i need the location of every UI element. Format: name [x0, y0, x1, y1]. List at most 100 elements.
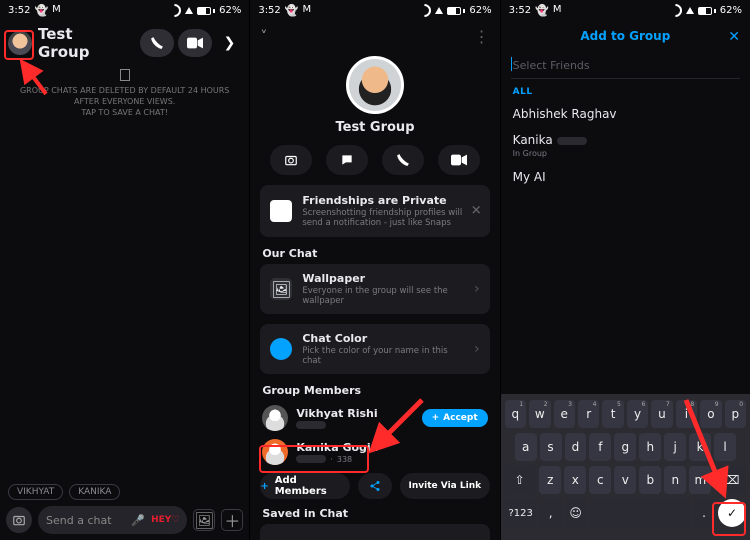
chat-color-title: Chat Color — [302, 332, 464, 345]
key-r[interactable]: r4 — [578, 400, 599, 428]
enter-key[interactable]: ✓ — [718, 499, 746, 527]
symbols-key[interactable]: ?123 — [505, 499, 537, 527]
key-t[interactable]: t5 — [602, 400, 623, 428]
more-menu[interactable]: ⋮ — [474, 27, 490, 46]
chat-button[interactable] — [326, 145, 368, 175]
emoji-key[interactable]: ☺ — [565, 499, 587, 527]
text-cursor — [511, 57, 512, 71]
saved-label: Saved in Chat — [262, 507, 487, 520]
key-n[interactable]: n — [664, 466, 686, 494]
key-b[interactable]: b — [639, 466, 661, 494]
chat-header: Test Group ❯ — [0, 19, 249, 67]
key-i[interactable]: i8 — [676, 400, 697, 428]
dismiss-chevron[interactable]: ˅ — [260, 29, 267, 45]
space-key[interactable] — [590, 499, 690, 527]
wifi-icon — [168, 4, 181, 17]
key-v[interactable]: v — [614, 466, 636, 494]
accept-button[interactable]: +Accept — [422, 409, 488, 427]
chat-input[interactable]: Send a chat 🎤 HEY♡ — [38, 506, 187, 534]
chevron-right-icon: › — [474, 281, 480, 297]
comma-key[interactable]: , — [540, 499, 562, 527]
friend-row-2[interactable]: Kanika In Group — [501, 127, 750, 164]
invite-link-button[interactable]: Invite Via Link — [400, 473, 490, 499]
chip-kanika[interactable]: KANIKA — [69, 484, 120, 500]
key-h[interactable]: h — [639, 433, 661, 461]
key-q[interactable]: q1 — [505, 400, 526, 428]
mail-icon: M — [303, 4, 312, 15]
wallpaper-sub: Everyone in the group will see the wallp… — [302, 286, 464, 306]
wallpaper-icon: 🖼 — [270, 278, 292, 300]
key-c[interactable]: c — [589, 466, 611, 494]
key-m[interactable]: m — [689, 466, 711, 494]
camera-icon — [284, 153, 298, 167]
battery-icon — [197, 7, 215, 15]
friendship-card[interactable]: Friendships are Private Screenshotting f… — [260, 185, 489, 237]
close-icon[interactable]: ✕ — [471, 204, 482, 219]
invite-label: Invite Via Link — [409, 481, 482, 491]
wifi-icon — [418, 4, 431, 17]
member-row-2[interactable]: Kanika Gogia · 338 — [250, 435, 499, 469]
key-a[interactable]: a — [515, 433, 537, 461]
close-button[interactable]: ✕ — [728, 29, 740, 45]
video-button[interactable] — [438, 145, 480, 175]
chat-color-icon — [270, 338, 292, 360]
soft-keyboard: q1w2e3r4t5y6u7i8o9p0 asdfghjkl ⇧ zxcvbnm… — [501, 394, 750, 540]
key-z[interactable]: z — [539, 466, 561, 494]
camera-button[interactable] — [6, 507, 32, 533]
friend-row-3[interactable]: My AI — [501, 164, 750, 190]
kb-row4: ?123 , ☺ . ✓ — [505, 499, 746, 527]
member-row-1[interactable]: Vikhyat Rishi +Accept — [250, 401, 499, 435]
add-members-button[interactable]: +Add Members — [260, 473, 350, 499]
member-sub: · 338 — [296, 455, 378, 464]
key-j[interactable]: j — [664, 433, 686, 461]
add-to-group-title: Add to Group — [580, 29, 670, 43]
key-y[interactable]: y6 — [627, 400, 648, 428]
video-call-button[interactable] — [178, 29, 212, 57]
key-f[interactable]: f — [589, 433, 611, 461]
key-l[interactable]: l — [714, 433, 736, 461]
wallpaper-row[interactable]: 🖼 Wallpaper Everyone in the group will s… — [260, 264, 489, 314]
audio-call-button[interactable] — [140, 29, 174, 57]
group-avatar[interactable] — [8, 31, 32, 55]
video-icon — [451, 154, 467, 166]
key-e[interactable]: e3 — [554, 400, 575, 428]
chat-color-sub: Pick the color of your name in this chat — [302, 346, 464, 366]
group-avatar-large[interactable] — [346, 56, 404, 114]
mic-icon[interactable]: 🎤 — [131, 514, 145, 527]
key-g[interactable]: g — [614, 433, 636, 461]
wallpaper-title: Wallpaper — [302, 272, 464, 285]
key-p[interactable]: p0 — [725, 400, 746, 428]
snapchat-icon: 👻 — [285, 4, 299, 17]
key-d[interactable]: d — [565, 433, 587, 461]
our-chat-label: Our Chat — [262, 247, 487, 260]
key-u[interactable]: u7 — [651, 400, 672, 428]
shift-key[interactable]: ⇧ — [505, 466, 535, 494]
chip-vikhyat[interactable]: VIKHYAT — [8, 484, 63, 500]
camera-icon — [12, 513, 26, 527]
add-to-group-header: Add to Group ✕ — [501, 19, 750, 53]
friend-row-1[interactable]: Abhishek Raghav — [501, 101, 750, 127]
chevron-right-icon[interactable]: ❯ — [218, 35, 242, 51]
share-button[interactable] — [358, 473, 392, 499]
key-k[interactable]: k — [689, 433, 711, 461]
backspace-key[interactable]: ⌫ — [716, 466, 746, 494]
member-avatar — [262, 439, 288, 465]
period-key[interactable]: . — [693, 499, 715, 527]
add-button[interactable]: ＋ — [221, 509, 243, 531]
battery-pct: 62% — [720, 5, 742, 16]
snap-button[interactable] — [270, 145, 312, 175]
key-x[interactable]: x — [564, 466, 586, 494]
search-input[interactable]: Select Friends — [511, 53, 740, 79]
gallery-button[interactable]: 🖼 — [193, 509, 215, 531]
chat-color-row[interactable]: Chat Color Pick the color of your name i… — [260, 324, 489, 374]
sticker-hey[interactable]: HEY♡ — [151, 515, 179, 525]
call-button[interactable] — [382, 145, 424, 175]
group-title[interactable]: Test Group — [38, 25, 128, 61]
save-icon — [120, 69, 130, 81]
screen-add-to-group: 3:52 👻 M 62% Add to Group ✕ Select Frien… — [501, 0, 750, 540]
key-s[interactable]: s — [540, 433, 562, 461]
key-o[interactable]: o9 — [700, 400, 721, 428]
key-w[interactable]: w2 — [529, 400, 550, 428]
composer: Send a chat 🎤 HEY♡ 🖼 ＋ — [6, 506, 243, 534]
signal-icon — [185, 7, 193, 14]
